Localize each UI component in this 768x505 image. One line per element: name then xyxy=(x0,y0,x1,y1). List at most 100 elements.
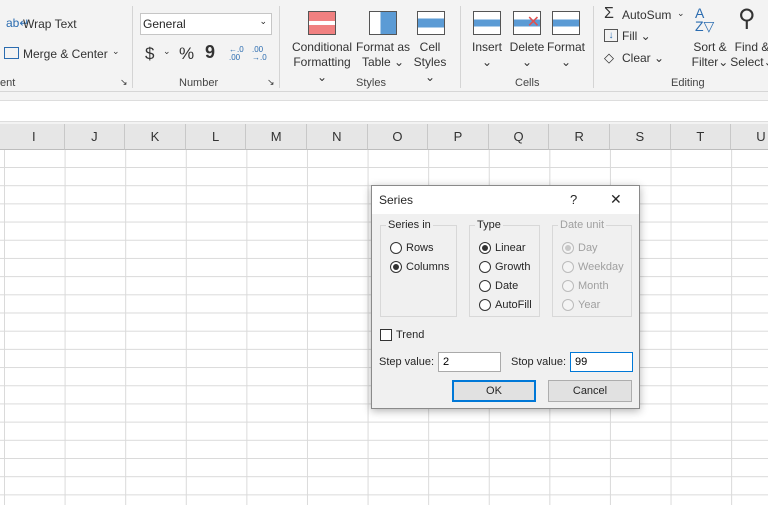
label: Day xyxy=(578,242,598,254)
column-header-m[interactable]: M xyxy=(246,124,307,150)
number-format-value: General xyxy=(143,17,186,31)
merge-center-button[interactable]: Merge & Center xyxy=(23,47,108,61)
cancel-button[interactable]: Cancel xyxy=(548,380,632,402)
delete-cells-icon: ✕ xyxy=(513,11,541,35)
close-button[interactable]: ✕ xyxy=(610,191,622,208)
label: Columns xyxy=(406,261,450,273)
stop-value-input[interactable] xyxy=(570,352,633,372)
format-cells-icon xyxy=(552,11,580,35)
comma-style-button[interactable]: 9 xyxy=(205,42,215,63)
label: Rows xyxy=(406,242,434,254)
column-header-j[interactable]: J xyxy=(64,124,126,150)
step-value-input[interactable] xyxy=(438,352,501,372)
column-header-u[interactable]: U xyxy=(731,124,768,150)
label: Format xyxy=(546,40,585,54)
currency-button[interactable]: $ xyxy=(145,44,154,64)
cells-group-label: Cells xyxy=(515,77,540,89)
percent-button[interactable]: % xyxy=(179,44,194,64)
label: Sort & xyxy=(693,40,727,54)
label: Formatting xyxy=(293,55,351,69)
delete-button[interactable]: Delete ⌄ xyxy=(506,40,548,70)
dialog-title: Series xyxy=(379,193,414,207)
label: Trend xyxy=(396,329,425,341)
radio-columns[interactable]: Columns xyxy=(390,261,449,273)
radio-day: Day xyxy=(562,242,598,254)
sort-filter-button[interactable]: Sort & Filter⌄ xyxy=(690,40,730,70)
format-as-table-icon xyxy=(369,11,397,35)
column-header-i[interactable]: I xyxy=(4,124,65,150)
label: Select xyxy=(730,55,764,69)
chevron-down-icon[interactable]: ⌄ xyxy=(677,8,685,19)
cell-styles-button[interactable]: Cell Styles ⌄ xyxy=(408,40,452,85)
label: Filter xyxy=(691,55,719,69)
group-divider xyxy=(279,6,280,88)
label: Cell xyxy=(419,40,441,54)
insert-button[interactable]: Insert ⌄ xyxy=(466,40,508,70)
column-header-r[interactable]: R xyxy=(549,124,610,150)
label: Fill xyxy=(622,29,638,43)
series-in-label: Series in xyxy=(386,219,433,231)
column-header-s[interactable]: S xyxy=(610,124,671,150)
radio-linear[interactable]: Linear xyxy=(479,242,526,254)
help-button[interactable]: ? xyxy=(570,192,577,207)
trend-checkbox[interactable]: Trend xyxy=(380,329,424,341)
dialog-titlebar: Series ? ✕ xyxy=(372,186,639,214)
ribbon: ab↵ Wrap Text Merge & Center ⌄ ent ↘ Gen… xyxy=(0,0,768,92)
step-value-label: Step value: xyxy=(379,356,435,368)
radio-checked-icon xyxy=(562,242,574,254)
radio-icon xyxy=(562,280,574,292)
column-header-k[interactable]: K xyxy=(125,124,186,150)
radio-icon xyxy=(562,299,574,311)
format-as-table-button[interactable]: Format as Table ⌄ xyxy=(355,40,411,70)
format-button[interactable]: Format ⌄ xyxy=(545,40,587,70)
autosum-button[interactable]: AutoSum xyxy=(622,8,671,22)
radio-checked-icon xyxy=(479,242,491,254)
column-header-t[interactable]: T xyxy=(670,124,732,150)
label: AutoFill xyxy=(495,299,532,311)
increase-decimal-button[interactable]: ←.0 .00 xyxy=(229,46,247,62)
find-select-button[interactable]: Find &Select⌄ xyxy=(730,40,768,70)
column-header-p[interactable]: P xyxy=(428,124,489,150)
column-header-o[interactable]: O xyxy=(367,124,429,150)
series-dialog: Series ? ✕ Series in Rows Columns Type L… xyxy=(371,185,640,409)
dialog-launcher-icon[interactable]: ↘ xyxy=(120,77,128,88)
fill-icon: ↓ xyxy=(604,29,618,42)
radio-date[interactable]: Date xyxy=(479,280,518,292)
insert-cells-icon xyxy=(473,11,501,35)
radio-icon xyxy=(479,261,491,273)
radio-icon xyxy=(479,280,491,292)
radio-checked-icon xyxy=(390,261,402,273)
conditional-formatting-icon xyxy=(308,11,336,35)
formula-bar[interactable] xyxy=(0,100,768,122)
radio-rows[interactable]: Rows xyxy=(390,242,434,254)
fill-button[interactable]: Fill ⌄ xyxy=(622,29,651,43)
label: Table xyxy=(361,55,391,69)
stop-value-label: Stop value: xyxy=(511,356,567,368)
type-group: Type Linear Growth Date AutoFill xyxy=(469,219,540,317)
conditional-formatting-button[interactable]: Conditional Formatting ⌄ xyxy=(287,40,357,85)
label: Styles xyxy=(413,55,447,69)
dialog-launcher-icon[interactable]: ↘ xyxy=(267,77,275,88)
column-header-n[interactable]: N xyxy=(307,124,368,150)
series-in-group: Series in Rows Columns xyxy=(380,219,457,317)
chevron-down-icon[interactable]: ⌄ xyxy=(112,46,120,57)
radio-weekday: Weekday xyxy=(562,261,624,273)
ok-button[interactable]: OK xyxy=(452,380,536,402)
label: Date xyxy=(495,280,519,292)
label: Linear xyxy=(495,242,526,254)
wrap-text-button[interactable]: Wrap Text xyxy=(23,17,77,31)
radio-autofill[interactable]: AutoFill xyxy=(479,299,532,311)
chevron-down-icon[interactable]: ⌄ xyxy=(163,46,171,57)
checkbox-icon xyxy=(380,329,392,341)
label: Growth xyxy=(495,261,531,273)
clear-button[interactable]: Clear ⌄ xyxy=(622,51,664,65)
number-format-select[interactable]: General ⌄ xyxy=(140,13,272,35)
cell-styles-icon xyxy=(417,11,445,35)
column-header-l[interactable]: L xyxy=(185,124,247,150)
column-header-q[interactable]: Q xyxy=(488,124,550,150)
radio-growth[interactable]: Growth xyxy=(479,261,530,273)
group-divider xyxy=(593,6,594,88)
search-icon: ⚲ xyxy=(738,5,756,32)
decrease-decimal-button[interactable]: .00 →.0 xyxy=(252,46,270,62)
type-label: Type xyxy=(475,219,503,231)
